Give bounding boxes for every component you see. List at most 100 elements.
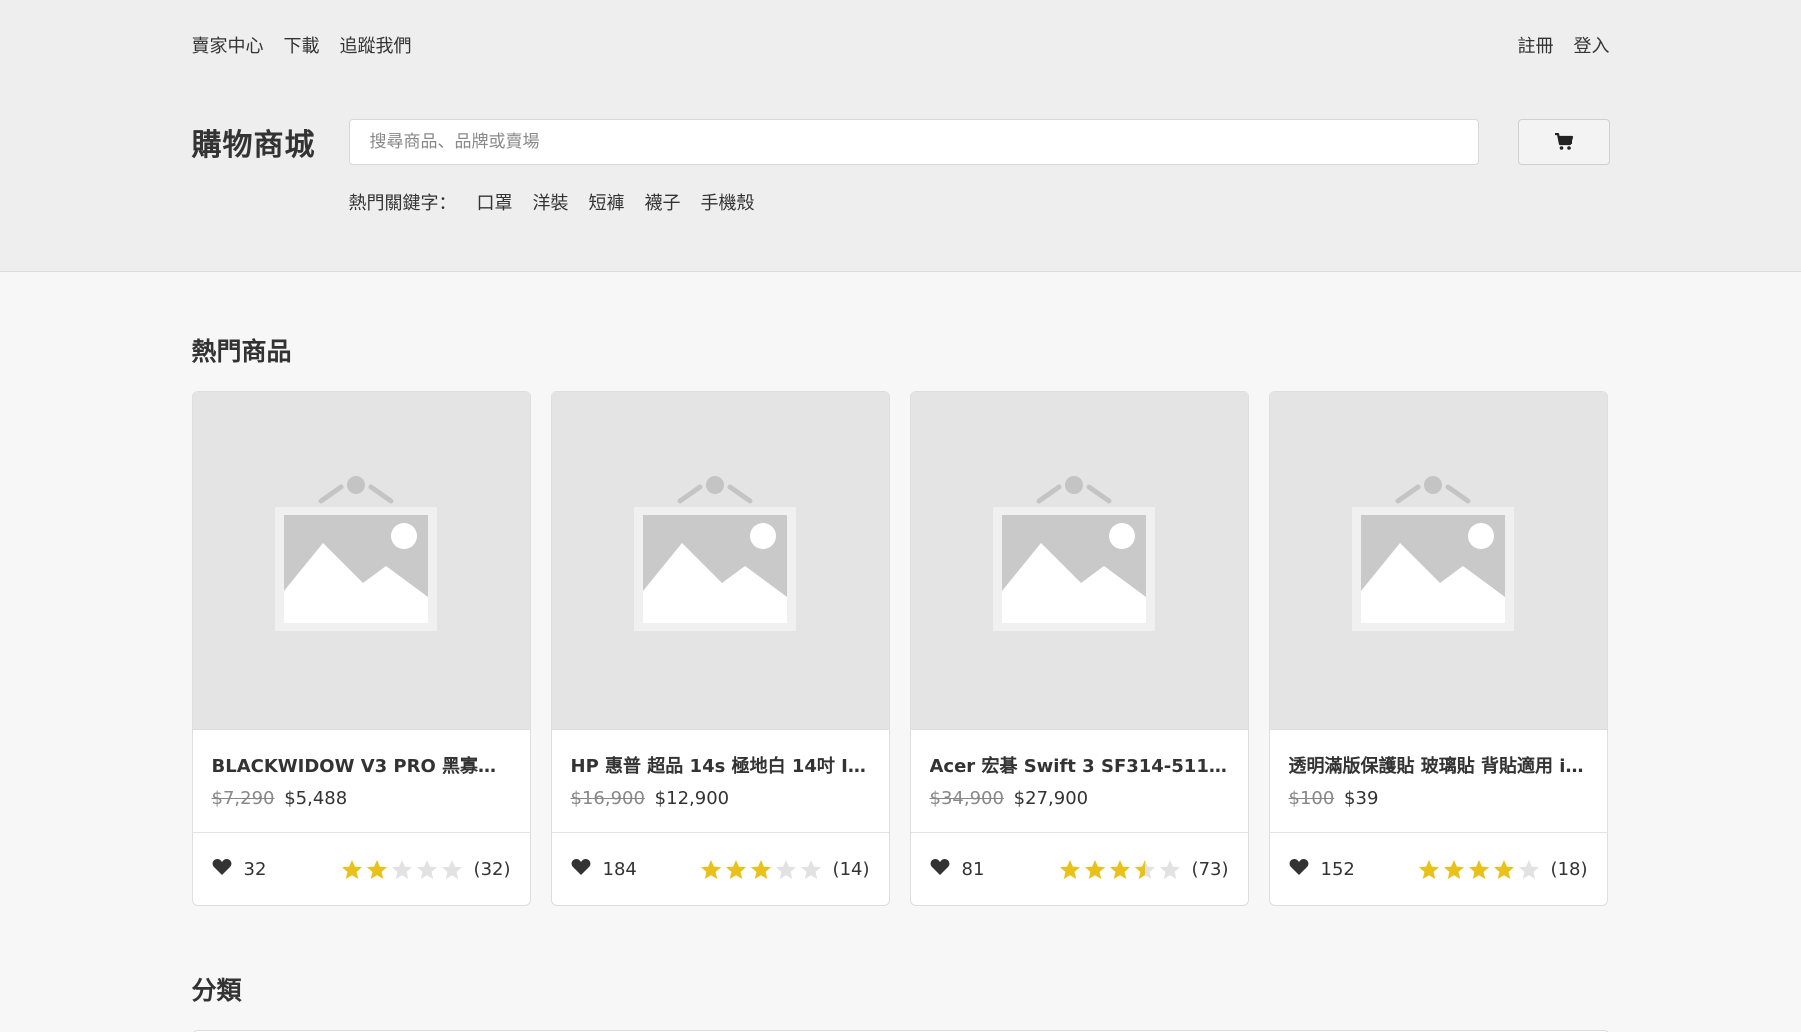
image-placeholder-icon	[634, 475, 796, 631]
original-price: $34,900	[929, 788, 1004, 809]
star-filled-icon	[1468, 859, 1489, 879]
star-empty-icon	[1518, 859, 1539, 879]
product-name[interactable]: Acer 宏碁 Swift 3 SF314-511-51…	[930, 752, 1229, 778]
star-empty-icon	[775, 859, 796, 879]
product-card[interactable]: 透明滿版保護貼 玻璃貼 背貼適用 i… $100 $39 152 (18)	[1268, 391, 1608, 906]
star-filled-icon	[1084, 859, 1105, 879]
hot-keyword-socks[interactable]: 襪子	[645, 189, 681, 215]
star-rating	[1418, 859, 1540, 881]
star-empty-icon	[800, 859, 821, 879]
star-rating	[1059, 859, 1181, 881]
heart-icon-shape	[930, 859, 949, 875]
review-count: (73)	[1191, 859, 1229, 880]
top-bar: 賣家中心 下載 追蹤我們 註冊 登入	[192, 0, 1610, 90]
download-link[interactable]: 下載	[284, 32, 320, 58]
cart-button[interactable]	[1517, 119, 1610, 165]
product-name[interactable]: BLACKWIDOW V3 PRO 黑寡婦蜘…	[212, 752, 511, 778]
star-filled-icon	[1418, 859, 1439, 879]
heart-icon[interactable]	[212, 858, 232, 881]
heart-icon[interactable]	[930, 858, 950, 881]
product-price: $34,900 $27,900	[930, 788, 1229, 809]
main-content: 熱門商品 BLACKWIDOW V3 PRO 黑寡婦蜘… $7,290 $5,4…	[191, 332, 1610, 1032]
hot-keywords: 熱門關鍵字： 口罩 洋裝 短褲 襪子 手機殼	[349, 189, 1610, 215]
search-input[interactable]	[348, 119, 1479, 165]
product-card[interactable]: BLACKWIDOW V3 PRO 黑寡婦蜘… $7,290 $5,488 32…	[191, 391, 531, 906]
follow-us-link[interactable]: 追蹤我們	[340, 32, 412, 58]
image-placeholder-icon	[1352, 475, 1514, 631]
likes[interactable]: 81	[930, 858, 985, 881]
hot-keyword-dress[interactable]: 洋裝	[533, 189, 569, 215]
star-filled-icon	[1493, 859, 1514, 879]
product-price: $16,900 $12,900	[571, 788, 870, 809]
product-image-placeholder[interactable]	[1269, 392, 1607, 730]
image-placeholder-icon	[275, 475, 437, 631]
star-half-icon	[1134, 859, 1155, 879]
rating: (32)	[341, 859, 511, 881]
login-link[interactable]: 登入	[1574, 32, 1610, 58]
sale-price: $39	[1344, 788, 1379, 809]
heart-icon-shape	[1289, 859, 1308, 875]
product-card[interactable]: Acer 宏碁 Swift 3 SF314-511-51… $34,900 $2…	[909, 391, 1249, 906]
like-count: 152	[1320, 859, 1355, 880]
likes[interactable]: 32	[212, 858, 267, 881]
heart-icon[interactable]	[571, 858, 591, 881]
star-empty-icon	[441, 859, 462, 879]
likes[interactable]: 184	[571, 858, 637, 881]
star-filled-icon	[1109, 859, 1130, 879]
star-filled-icon	[1443, 859, 1464, 879]
sale-price: $27,900	[1013, 788, 1089, 809]
hot-products-title: 熱門商品	[191, 337, 292, 366]
star-filled-icon	[725, 859, 746, 879]
category-title: 分類	[191, 976, 242, 1005]
site-header: 賣家中心 下載 追蹤我們 註冊 登入 購物商城 熱門關鍵字：	[0, 0, 1801, 272]
main-bar: 購物商城	[192, 117, 1610, 167]
site-logo[interactable]: 購物商城	[192, 120, 349, 164]
product-image-placeholder[interactable]	[551, 392, 889, 730]
hot-keywords-label: 熱門關鍵字：	[348, 193, 457, 214]
star-filled-icon	[750, 859, 771, 879]
product-name[interactable]: HP 惠普 超品 14s 極地白 14吋 IP…	[571, 752, 870, 778]
star-filled-icon	[366, 859, 387, 879]
product-price: $100 $39	[1289, 788, 1588, 809]
product-price: $7,290 $5,488	[212, 788, 511, 809]
star-empty-icon	[1159, 859, 1180, 879]
top-left-links: 賣家中心 下載 追蹤我們	[192, 32, 412, 58]
product-image-placeholder[interactable]	[910, 392, 1248, 730]
product-name[interactable]: 透明滿版保護貼 玻璃貼 背貼適用 i…	[1289, 752, 1588, 778]
hot-keyword-mask[interactable]: 口罩	[477, 189, 513, 215]
rating: (14)	[700, 859, 870, 881]
like-count: 184	[602, 859, 637, 880]
register-link[interactable]: 註冊	[1518, 32, 1554, 58]
review-count: (14)	[832, 859, 870, 880]
rating: (18)	[1418, 859, 1588, 881]
top-right-links: 註冊 登入	[1518, 32, 1610, 58]
original-price: $100	[1288, 788, 1335, 809]
heart-icon-shape	[212, 859, 231, 875]
star-empty-icon	[391, 859, 412, 879]
original-price: $16,900	[570, 788, 645, 809]
product-image-placeholder[interactable]	[192, 392, 530, 730]
cart-icon	[1554, 133, 1573, 150]
product-card[interactable]: HP 惠普 超品 14s 極地白 14吋 IP… $16,900 $12,900…	[550, 391, 890, 906]
heart-icon[interactable]	[1289, 858, 1309, 881]
star-filled-icon	[1059, 859, 1080, 879]
hot-keyword-phone-case[interactable]: 手機殼	[701, 189, 755, 215]
seller-center-link[interactable]: 賣家中心	[192, 32, 264, 58]
likes[interactable]: 152	[1289, 858, 1355, 881]
sale-price: $5,488	[284, 788, 348, 809]
product-grid: BLACKWIDOW V3 PRO 黑寡婦蜘… $7,290 $5,488 32…	[191, 391, 1610, 906]
star-rating	[700, 859, 822, 881]
review-count: (18)	[1550, 859, 1588, 880]
sale-price: $12,900	[654, 788, 730, 809]
image-placeholder-icon	[993, 475, 1155, 631]
star-filled-icon	[700, 859, 721, 879]
hot-keyword-shorts[interactable]: 短褲	[589, 189, 625, 215]
star-filled-icon	[341, 859, 362, 879]
like-count: 81	[961, 859, 985, 880]
like-count: 32	[243, 859, 267, 880]
original-price: $7,290	[211, 788, 275, 809]
star-empty-icon	[416, 859, 437, 879]
review-count: (32)	[473, 859, 511, 880]
heart-icon-shape	[571, 859, 590, 875]
rating: (73)	[1059, 859, 1229, 881]
